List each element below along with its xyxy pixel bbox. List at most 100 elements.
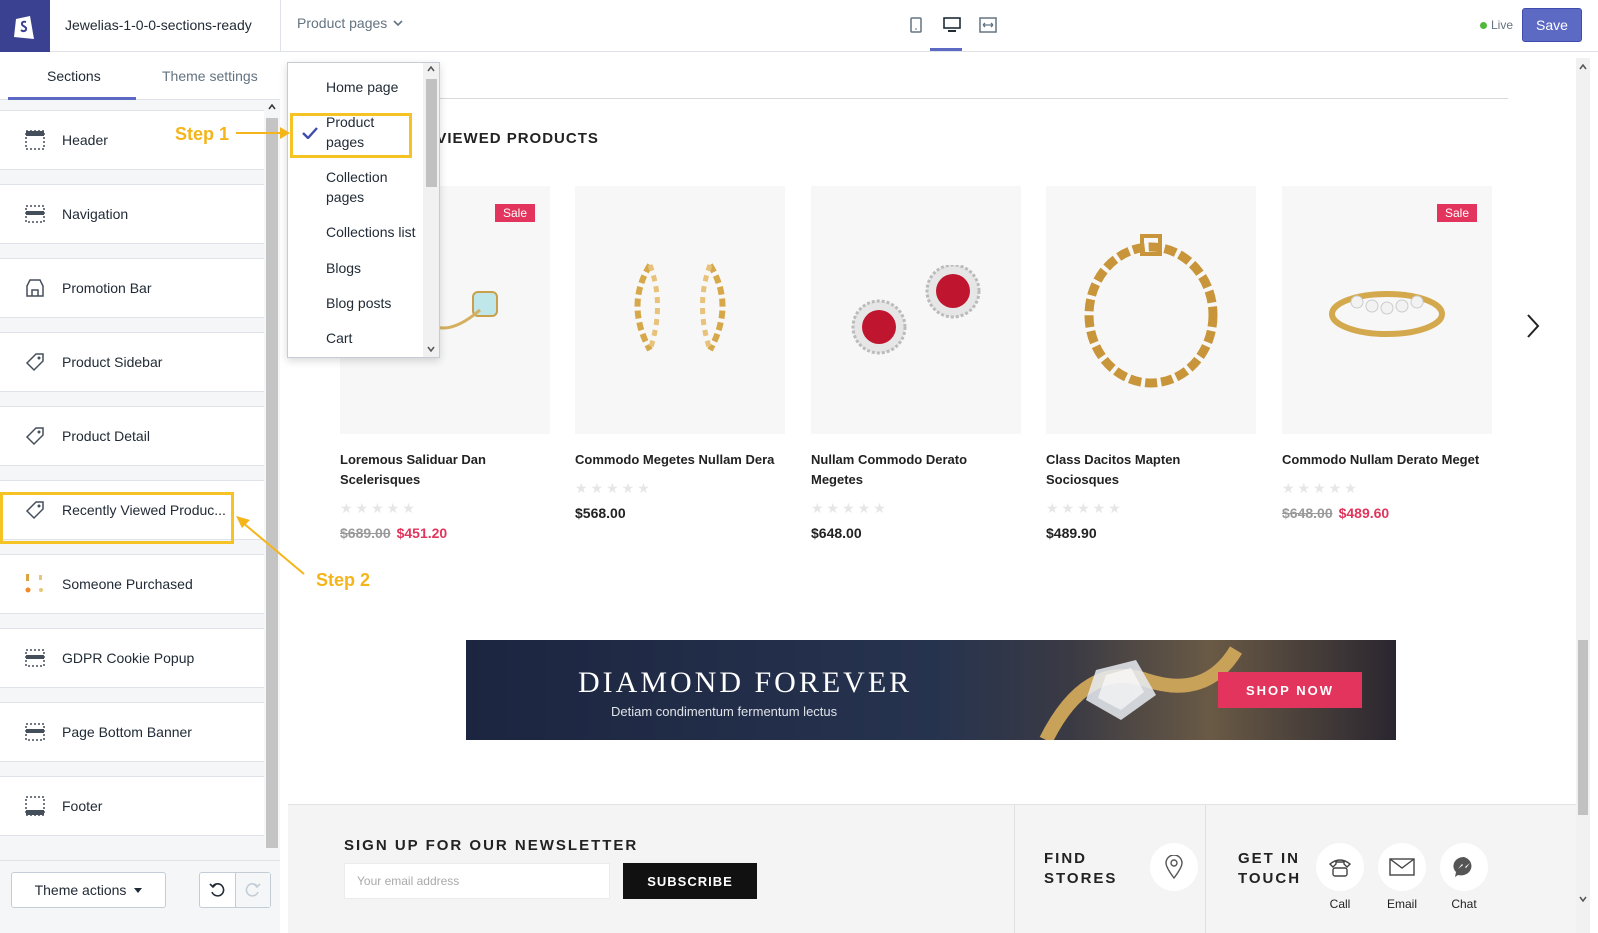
product-name[interactable]: Class Dacitos Mapten Sociosques [1046, 450, 1256, 490]
shopify-logo[interactable] [0, 0, 50, 52]
scroll-up-icon[interactable] [1579, 64, 1587, 70]
shop-now-button[interactable]: SHOP NOW [1218, 672, 1362, 708]
save-button[interactable]: Save [1522, 8, 1582, 42]
footer-divider [1014, 805, 1015, 933]
section-item-navigation[interactable]: Navigation [0, 184, 264, 244]
section-item-promotion-bar[interactable]: Promotion Bar [0, 258, 264, 318]
product-image[interactable] [575, 186, 785, 434]
chevron-right-icon[interactable] [1526, 313, 1540, 339]
store-icon [24, 277, 46, 299]
product-price: $689.00 $451.20 [340, 525, 550, 541]
old-price: $689.00 [340, 525, 391, 541]
price: $489.90 [1046, 525, 1097, 541]
email-input[interactable]: Your email address [344, 863, 610, 899]
sale-badge: Sale [494, 204, 535, 222]
topbar-divider [280, 0, 281, 52]
section-item-page-bottom-banner[interactable]: Page Bottom Banner [0, 702, 264, 762]
sidebar-scroll-thumb[interactable] [266, 118, 278, 848]
messenger-icon[interactable] [1440, 843, 1488, 891]
diamond-ring-image [1039, 646, 1243, 740]
layout-icon [24, 647, 46, 669]
price: $568.00 [575, 505, 626, 521]
phone-icon[interactable] [1316, 843, 1364, 891]
scroll-up-icon[interactable] [268, 104, 276, 110]
highlight-box-product-pages [290, 113, 412, 158]
subscribe-button[interactable]: SUBSCRIBE [623, 863, 757, 899]
tab-theme-settings[interactable]: Theme settings [162, 68, 258, 84]
product-image[interactable] [811, 186, 1021, 434]
product-card[interactable]: Sale Commodo Nullam Derato Meget ★★★★★ $… [1282, 186, 1492, 521]
theme-actions-button[interactable]: Theme actions [11, 872, 166, 908]
step-1-label: Step 1 [175, 124, 230, 144]
product-card[interactable]: Class Dacitos Mapten Sociosques ★★★★★ $4… [1046, 186, 1256, 541]
scroll-down-icon[interactable] [427, 346, 435, 352]
product-image[interactable]: Sale [1282, 186, 1492, 434]
dropdown-scroll-thumb[interactable] [426, 79, 437, 187]
theme-actions-label: Theme actions [34, 882, 127, 898]
rating-stars: ★★★★★ [340, 500, 418, 516]
product-name[interactable]: Nullam Commodo Derato Megetes [811, 450, 1021, 490]
email-label: Email [1386, 897, 1417, 911]
live-label: Live [1491, 18, 1514, 32]
fullscreen-view-icon[interactable] [977, 14, 999, 36]
product-card[interactable]: Nullam Commodo Derato Megetes ★★★★★ $648… [811, 186, 1021, 541]
product-thumbnail-icon [24, 573, 46, 595]
bracelet-image [1084, 234, 1218, 388]
promo-banner[interactable]: DIAMOND FOREVER Detiam condimentum ferme… [466, 640, 1396, 740]
product-name[interactable]: Loremous Saliduar Dan Scelerisques [340, 450, 550, 490]
rating-stars: ★★★★★ [575, 480, 653, 496]
section-item-product-detail[interactable]: Product Detail [0, 406, 264, 466]
call-label: Call [1329, 897, 1351, 911]
header-layout-icon [24, 129, 46, 151]
section-item-footer[interactable]: Footer [0, 776, 264, 836]
call-contact[interactable]: Call [1310, 843, 1370, 911]
section-item-someone-purchased[interactable]: Someone Purchased [0, 554, 264, 614]
device-switcher [905, 14, 999, 36]
sale-price: $451.20 [396, 525, 448, 541]
scroll-up-icon[interactable] [427, 66, 435, 72]
preview-scroll-thumb[interactable] [1578, 640, 1588, 815]
caret-down-icon [134, 887, 143, 893]
product-image[interactable] [1046, 186, 1256, 434]
page-type-dropdown-menu: Home page Product pages Collection pages… [287, 62, 440, 358]
live-status: Live [1480, 18, 1513, 32]
chat-contact[interactable]: Chat [1434, 843, 1494, 911]
dropdown-item-cart[interactable]: Cart [326, 328, 416, 348]
store-name: Jewelias-1-0-0-sections-ready [65, 17, 252, 33]
sidebar-tabs: Sections Theme settings [0, 52, 280, 100]
find-stores-label[interactable]: FIND STORES [1044, 849, 1134, 889]
product-card[interactable]: Commodo Megetes Nullam Dera ★★★★★ $568.0… [575, 186, 785, 521]
section-label: Header [62, 132, 108, 148]
arrow-up-left-icon [236, 516, 305, 575]
dropdown-item-home-page[interactable]: Home page [326, 77, 416, 97]
chevron-down-icon [393, 20, 403, 27]
dropdown-item-blog-posts[interactable]: Blog posts [326, 293, 416, 313]
product-name[interactable]: Commodo Nullam Derato Meget [1282, 450, 1492, 470]
diamond-band-image [1329, 291, 1445, 337]
dropdown-item-collections-list[interactable]: Collections list [326, 222, 426, 242]
tab-sections[interactable]: Sections [47, 68, 101, 84]
section-label: Navigation [62, 206, 129, 222]
product-name[interactable]: Commodo Megetes Nullam Dera [575, 450, 785, 470]
top-bar: Jewelias-1-0-0-sections-ready Product pa… [0, 0, 1598, 52]
dropdown-item-blogs[interactable]: Blogs [326, 258, 416, 278]
section-item-gdpr-cookie-popup[interactable]: GDPR Cookie Popup [0, 628, 264, 688]
section-label: Product Sidebar [62, 354, 163, 370]
page-select-label: Product pages [297, 15, 388, 31]
map-pin-icon[interactable] [1150, 843, 1198, 891]
envelope-icon[interactable] [1378, 843, 1426, 891]
email-contact[interactable]: Email [1372, 843, 1432, 911]
rating-stars: ★★★★★ [1046, 500, 1124, 516]
undo-icon[interactable] [200, 873, 235, 907]
desktop-view-icon[interactable] [941, 14, 963, 36]
footer-layout-icon [24, 795, 46, 817]
page-select-dropdown[interactable]: Product pages [297, 15, 403, 31]
scroll-down-icon[interactable] [1579, 896, 1587, 902]
section-label: GDPR Cookie Popup [62, 650, 195, 666]
section-item-product-sidebar[interactable]: Product Sidebar [0, 332, 264, 392]
redo-icon[interactable] [234, 873, 270, 907]
divider [433, 98, 1508, 99]
dropdown-item-collection-pages[interactable]: Collection pages [326, 167, 416, 207]
rating-stars: ★★★★★ [811, 500, 889, 516]
mobile-view-icon[interactable] [905, 14, 927, 36]
